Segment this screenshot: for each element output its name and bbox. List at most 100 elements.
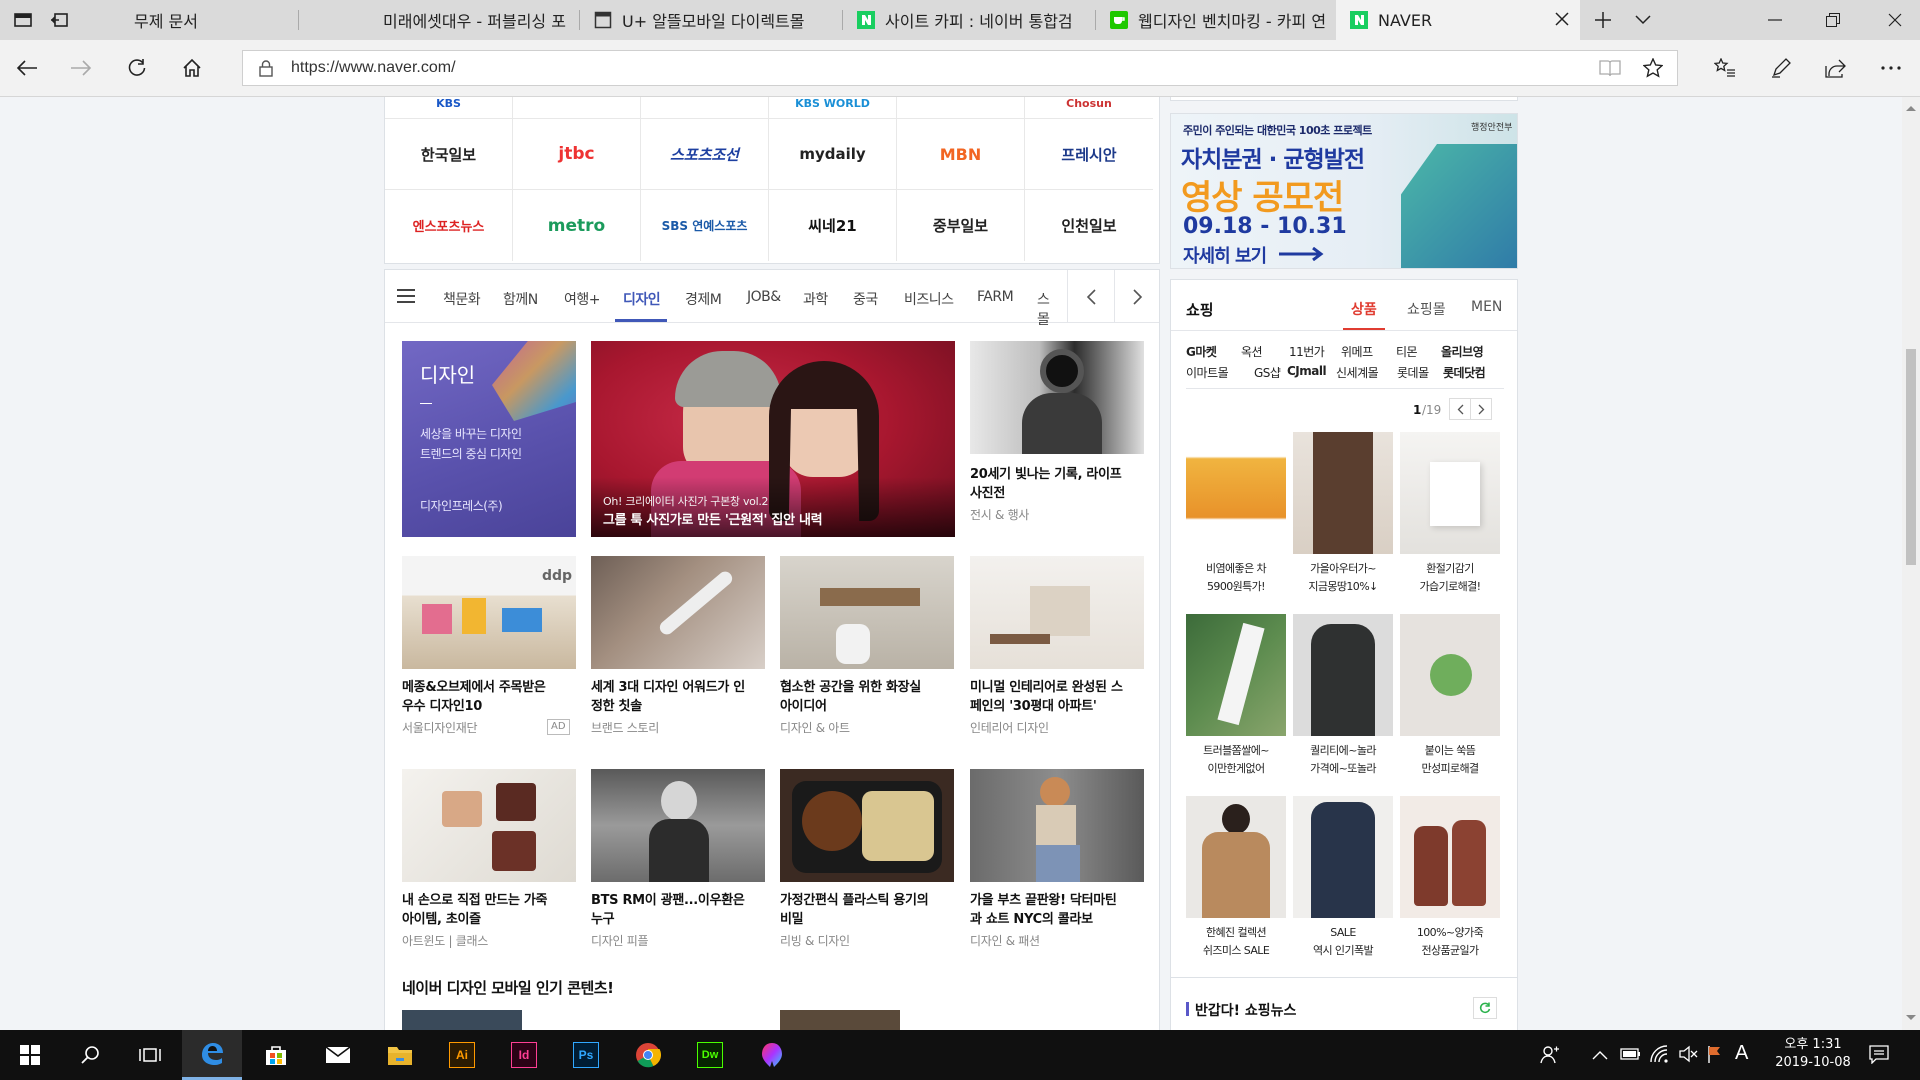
article-title[interactable]: 협소한 공간을 위한 화장실 — [780, 678, 921, 697]
set-aside-tabs-icon[interactable] — [36, 0, 82, 40]
story-source[interactable]: 전시 & 행사 — [970, 506, 1029, 523]
category-tab[interactable]: 비즈니스 — [904, 289, 954, 309]
product-thumb[interactable] — [1186, 614, 1286, 736]
category-tab[interactable]: 스몰 — [1037, 289, 1057, 329]
category-tab[interactable]: 함께N — [503, 289, 538, 309]
reading-view-icon[interactable] — [1599, 59, 1621, 77]
press-logo-kbs[interactable]: KBS — [385, 97, 513, 119]
article-title[interactable]: 가을 부츠 끝판왕! 닥터마틴 — [970, 891, 1117, 910]
press-logo-xsports[interactable]: 엔스포츠뉴스 — [385, 190, 513, 261]
article-title[interactable]: 내 손으로 직접 만드는 가죽 — [402, 891, 547, 910]
edge-browser-icon[interactable] — [182, 1030, 242, 1080]
product-caption[interactable]: 가을아우터가~ — [1293, 560, 1393, 578]
refresh-icon[interactable] — [1473, 997, 1497, 1019]
product-thumb[interactable] — [1293, 796, 1393, 918]
favorites-hub-icon[interactable] — [1706, 49, 1744, 87]
press-logo-cine21[interactable]: 씨네21 — [769, 190, 897, 261]
article-source[interactable]: 서울디자인재단 — [402, 719, 477, 736]
shopping-tab[interactable]: 쇼핑몰 — [1407, 299, 1446, 319]
product-thumb[interactable] — [1186, 796, 1286, 918]
article-title[interactable]: 정한 칫솔 — [591, 697, 642, 716]
article-title[interactable]: 아이템, 초이즐 — [402, 910, 481, 929]
category-tab[interactable]: 중국 — [853, 289, 878, 309]
article-source[interactable]: 브랜드 스토리 — [591, 719, 659, 736]
product-caption[interactable]: SALE — [1293, 924, 1393, 942]
category-tab[interactable]: JOB& — [747, 289, 781, 305]
article-thumb[interactable]: ddp — [402, 556, 576, 669]
banner-ad[interactable]: 행정안전부 주민이 주인되는 대한민국 100초 프로젝트 자치분권 · 균형발… — [1170, 113, 1518, 269]
press-logo-joongbu[interactable]: 중부일보 — [897, 190, 1025, 261]
illustrator-icon[interactable]: Ai — [432, 1030, 492, 1080]
clock[interactable]: 오후 1:31 2019-10-08 — [1768, 1036, 1858, 1072]
paint3d-icon[interactable] — [742, 1030, 802, 1080]
product-thumb[interactable] — [1400, 796, 1500, 918]
address-bar[interactable]: https://www.naver.com/ — [242, 50, 1678, 86]
action-center-icon[interactable] — [1868, 1044, 1890, 1064]
press-logo-metro[interactable]: metro — [513, 190, 641, 261]
press-logo[interactable] — [897, 97, 1025, 119]
close-window-button[interactable] — [1872, 0, 1918, 40]
article-source[interactable]: 디자인 & 패션 — [970, 932, 1040, 949]
shop-link[interactable]: 올리브영 — [1441, 343, 1484, 360]
tab-mirae[interactable]: 미래에셋대우 - 퍼블리싱 포 — [299, 0, 579, 40]
article-thumb[interactable] — [591, 769, 765, 882]
product-thumb[interactable] — [1293, 432, 1393, 554]
product-caption[interactable]: 붙이는 쑥뜸 — [1400, 742, 1500, 760]
article-title[interactable]: 미니멀 인테리어로 완성된 스 — [970, 678, 1123, 697]
chevron-down-icon[interactable] — [1620, 0, 1666, 40]
shop-link[interactable]: G마켓 — [1186, 343, 1217, 360]
mobile-thumb[interactable] — [780, 1010, 900, 1030]
feature-photo[interactable]: Oh! 크리에이터 사진가 구본창 vol.2 그를 툭 사진가로 만든 '근원… — [591, 341, 955, 537]
tab-webdesign[interactable]: 웹디자인 벤치마킹 - 카피 연 — [1096, 0, 1336, 40]
people-icon[interactable] — [1540, 1045, 1560, 1065]
ime-indicator[interactable]: A — [1735, 1042, 1748, 1065]
mail-icon[interactable] — [308, 1030, 368, 1080]
story-photo[interactable] — [970, 341, 1144, 454]
story-title[interactable]: 20세기 빛나는 기록, 라이프 — [970, 465, 1122, 484]
scroll-down-arrow-icon[interactable] — [1906, 1015, 1916, 1021]
favorite-star-icon[interactable] — [1643, 58, 1663, 78]
scrollbar-thumb[interactable] — [1906, 349, 1916, 565]
product-caption[interactable]: 비염에좋은 차 — [1186, 560, 1286, 578]
shop-link[interactable]: 위메프 — [1341, 343, 1373, 360]
shop-link[interactable]: 이마트몰 — [1186, 364, 1229, 381]
product-caption[interactable]: 퀄리티에~놀라 — [1293, 742, 1393, 760]
design-channel-box[interactable]: 디자인 세상을 바꾸는 디자인 트렌드의 중심 디자인 디자인프레스(주) — [402, 341, 576, 537]
article-thumb[interactable] — [591, 556, 765, 669]
chevron-up-icon[interactable] — [1592, 1050, 1608, 1060]
chrome-icon[interactable] — [618, 1030, 678, 1080]
product-caption[interactable]: 만성피로해결 — [1400, 760, 1500, 778]
forward-button[interactable] — [62, 49, 100, 87]
chevron-right-icon[interactable] — [1114, 270, 1159, 323]
article-thumb[interactable] — [970, 556, 1144, 669]
article-title[interactable]: 메종&오브제에서 주목받은 — [402, 678, 546, 697]
feature-title[interactable]: 그를 툭 사진가로 만든 '근원적' 집안 내력 — [603, 509, 823, 528]
store-icon[interactable] — [246, 1030, 306, 1080]
press-logo-mbn[interactable]: MBN — [897, 119, 1025, 190]
article-title[interactable]: 세계 3대 디자인 어워드가 인 — [591, 678, 745, 697]
more-menu-icon[interactable] — [1872, 49, 1910, 87]
article-title[interactable]: 비밀 — [780, 910, 804, 929]
product-caption[interactable]: 역시 인기폭발 — [1293, 942, 1393, 960]
wifi-icon[interactable] — [1650, 1045, 1670, 1063]
battery-icon[interactable] — [1620, 1047, 1642, 1061]
product-thumb[interactable] — [1186, 432, 1286, 554]
product-thumb[interactable] — [1400, 432, 1500, 554]
home-button[interactable] — [173, 49, 211, 87]
press-logo-chosun[interactable]: Chosun — [1025, 97, 1153, 119]
article-title[interactable]: 아이디어 — [780, 697, 827, 716]
product-caption[interactable]: 지금몽땅10%↓ — [1293, 578, 1393, 596]
product-caption[interactable]: 트러블쫌쌀에~ — [1186, 742, 1286, 760]
press-logo-incheon[interactable]: 인천일보 — [1025, 190, 1153, 261]
shop-link[interactable]: 티몬 — [1396, 343, 1418, 360]
category-tab[interactable]: 과학 — [803, 289, 828, 309]
article-title[interactable]: 가정간편식 플라스틱 용기의 — [780, 891, 929, 910]
search-icon[interactable] — [60, 1030, 120, 1080]
press-logo[interactable] — [641, 97, 769, 119]
category-tab-selected[interactable]: 디자인 — [623, 289, 661, 309]
product-thumb[interactable] — [1400, 614, 1500, 736]
refresh-button[interactable] — [118, 49, 156, 87]
press-logo-hankook[interactable]: 한국일보 — [385, 119, 513, 190]
tab-naver[interactable]: NAVER — [1336, 0, 1580, 40]
shop-link[interactable]: 신세계몰 — [1336, 364, 1379, 381]
